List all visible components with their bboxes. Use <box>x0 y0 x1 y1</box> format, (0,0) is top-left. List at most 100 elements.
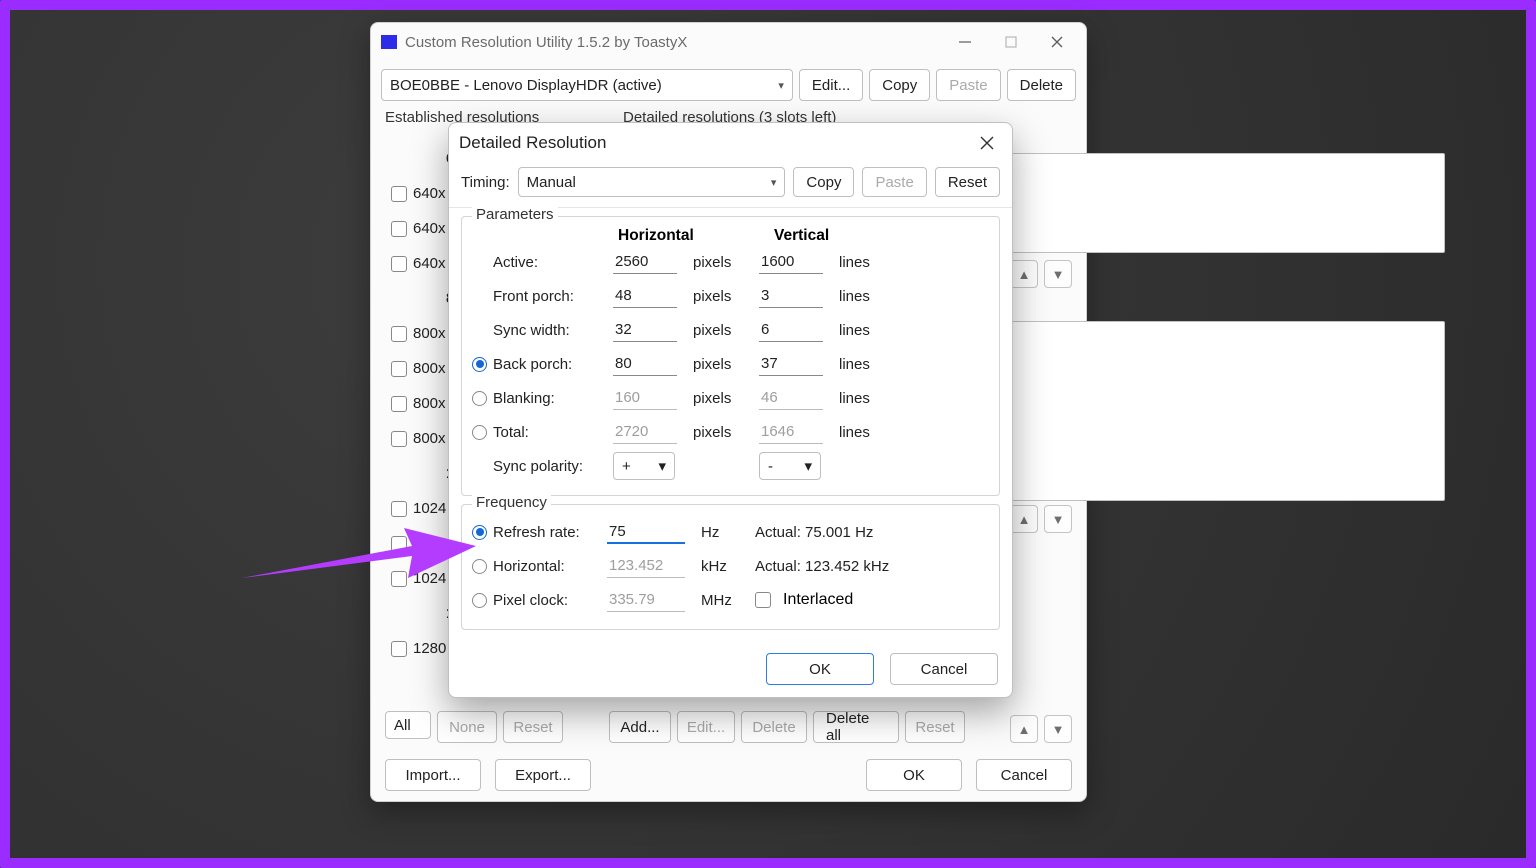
window-title: Custom Resolution Utility 1.5.2 by Toast… <box>405 34 942 51</box>
dialog-footer: OK Cancel <box>766 653 998 685</box>
detailed-list-2 <box>987 321 1445 501</box>
horizontal-radio[interactable] <box>472 559 487 574</box>
move-up-icon[interactable]: ▲ <box>1010 260 1038 288</box>
parameters-title: Parameters <box>472 206 558 223</box>
backporch-radio[interactable] <box>472 357 487 372</box>
interlaced-label: Interlaced <box>783 591 853 609</box>
dialog-ok-button[interactable]: OK <box>766 653 874 685</box>
active-h-input[interactable] <box>613 250 677 274</box>
dialog-close-button[interactable] <box>972 128 1002 158</box>
det-delete-button[interactable]: Delete <box>741 711 807 743</box>
det-edit-button[interactable]: Edit... <box>677 711 735 743</box>
checkbox-icon[interactable] <box>391 431 407 447</box>
row-pixelclock: Pixel clock: MHz Interlaced <box>472 583 989 617</box>
detailed-resolution-dialog: Detailed Resolution Timing: Manual ▾ Cop… <box>448 122 1013 698</box>
frontporch-v-input[interactable] <box>759 284 823 308</box>
checkbox-icon[interactable] <box>391 571 407 587</box>
row-blanking: Blanking: pixels lines <box>472 381 989 415</box>
dlg-reset-button[interactable]: Reset <box>935 167 1000 197</box>
backporch-h-input[interactable] <box>613 352 677 376</box>
maximize-button[interactable] <box>988 27 1034 57</box>
blanking-radio[interactable] <box>472 391 487 406</box>
detailed-list-1 <box>987 153 1445 253</box>
dialog-title: Detailed Resolution <box>459 133 606 153</box>
copy-display-button[interactable]: Copy <box>869 69 930 101</box>
edit-display-button[interactable]: Edit... <box>799 69 863 101</box>
est-reset-button[interactable]: Reset <box>503 711 563 743</box>
interlaced-checkbox[interactable] <box>755 592 771 608</box>
display-select[interactable]: BOE0BBE - Lenovo DisplayHDR (active) ▾ <box>381 69 793 101</box>
footer-right: OK Cancel <box>866 759 1072 791</box>
paste-display-button[interactable]: Paste <box>936 69 1000 101</box>
horizontal-input[interactable] <box>607 554 685 578</box>
export-button[interactable]: Export... <box>495 759 591 791</box>
row-total: Total: pixels lines <box>472 415 989 449</box>
frequency-group: Frequency Refresh rate: Hz Actual: 75.00… <box>461 504 1000 630</box>
active-v-input[interactable] <box>759 250 823 274</box>
detailed-actions-1: ▲ ▼ <box>1010 260 1072 288</box>
row-syncpolarity: Sync polarity: +▾ -▾ <box>472 449 989 483</box>
chevron-down-icon: ▾ <box>778 79 784 92</box>
detailed-buttons-right: ▲ ▼ <box>1010 715 1072 743</box>
syncwidth-h-input[interactable] <box>613 318 677 342</box>
checkbox-icon[interactable] <box>391 221 407 237</box>
move-up-icon[interactable]: ▲ <box>1010 715 1038 743</box>
move-up-icon[interactable]: ▲ <box>1010 505 1038 533</box>
import-button[interactable]: Import... <box>385 759 481 791</box>
move-down-icon[interactable]: ▼ <box>1044 260 1072 288</box>
close-button[interactable] <box>1034 27 1080 57</box>
pixelclock-input[interactable] <box>607 588 685 612</box>
checkbox-icon[interactable] <box>391 256 407 272</box>
syncwidth-v-input[interactable] <box>759 318 823 342</box>
dlg-copy-button[interactable]: Copy <box>793 167 854 197</box>
horizontal-actual: Actual: 123.452 kHz <box>755 558 889 575</box>
dlg-paste-button[interactable]: Paste <box>862 167 926 197</box>
chevron-down-icon: ▾ <box>804 457 812 475</box>
backporch-v-input[interactable] <box>759 352 823 376</box>
main-cancel-button[interactable]: Cancel <box>976 759 1072 791</box>
checkbox-icon[interactable] <box>391 536 407 552</box>
refresh-radio[interactable] <box>472 525 487 540</box>
det-add-button[interactable]: Add... <box>609 711 671 743</box>
app-icon <box>381 35 397 49</box>
chevron-down-icon: ▾ <box>771 176 777 189</box>
checkbox-icon[interactable] <box>391 186 407 202</box>
est-all-button[interactable]: All <box>385 711 431 739</box>
checkbox-icon[interactable] <box>391 326 407 342</box>
move-down-icon[interactable]: ▼ <box>1044 715 1072 743</box>
blanking-h-input[interactable] <box>613 386 677 410</box>
delete-display-button[interactable]: Delete <box>1007 69 1076 101</box>
detailed-buttons-left: Add... Edit... Delete Delete all Reset <box>609 711 965 743</box>
checkbox-icon[interactable] <box>391 641 407 657</box>
frontporch-h-input[interactable] <box>613 284 677 308</box>
total-radio[interactable] <box>472 425 487 440</box>
total-h-input[interactable] <box>613 420 677 444</box>
timing-value: Manual <box>527 174 576 191</box>
row-syncwidth: Sync width: pixels lines <box>472 313 989 347</box>
detailed-actions-2: ▲ ▼ <box>1010 505 1072 533</box>
blanking-v-input[interactable] <box>759 386 823 410</box>
syncpol-h-select[interactable]: +▾ <box>613 452 675 480</box>
det-reset-button[interactable]: Reset <box>905 711 965 743</box>
col-vertical: Vertical <box>774 227 930 245</box>
parameters-group: Parameters Horizontal Vertical Active: p… <box>461 216 1000 496</box>
syncpol-v-select[interactable]: -▾ <box>759 452 821 480</box>
main-ok-button[interactable]: OK <box>866 759 962 791</box>
dialog-cancel-button[interactable]: Cancel <box>890 653 998 685</box>
pixelclock-radio[interactable] <box>472 593 487 608</box>
det-deleteall-button[interactable]: Delete all <box>813 711 899 743</box>
display-toolbar: BOE0BBE - Lenovo DisplayHDR (active) ▾ E… <box>371 61 1086 107</box>
minimize-button[interactable] <box>942 27 988 57</box>
refresh-actual: Actual: 75.001 Hz <box>755 524 873 541</box>
checkbox-icon[interactable] <box>391 501 407 517</box>
move-down-icon[interactable]: ▼ <box>1044 505 1072 533</box>
checkbox-icon[interactable] <box>391 396 407 412</box>
est-none-button[interactable]: None <box>437 711 497 743</box>
checkbox-icon[interactable] <box>391 361 407 377</box>
total-v-input[interactable] <box>759 420 823 444</box>
chevron-down-icon: ▾ <box>658 457 666 475</box>
param-column-heads: Horizontal Vertical <box>472 227 989 245</box>
row-active: Active: pixels lines <box>472 245 989 279</box>
timing-select[interactable]: Manual ▾ <box>518 167 786 197</box>
refresh-input[interactable] <box>607 520 685 544</box>
